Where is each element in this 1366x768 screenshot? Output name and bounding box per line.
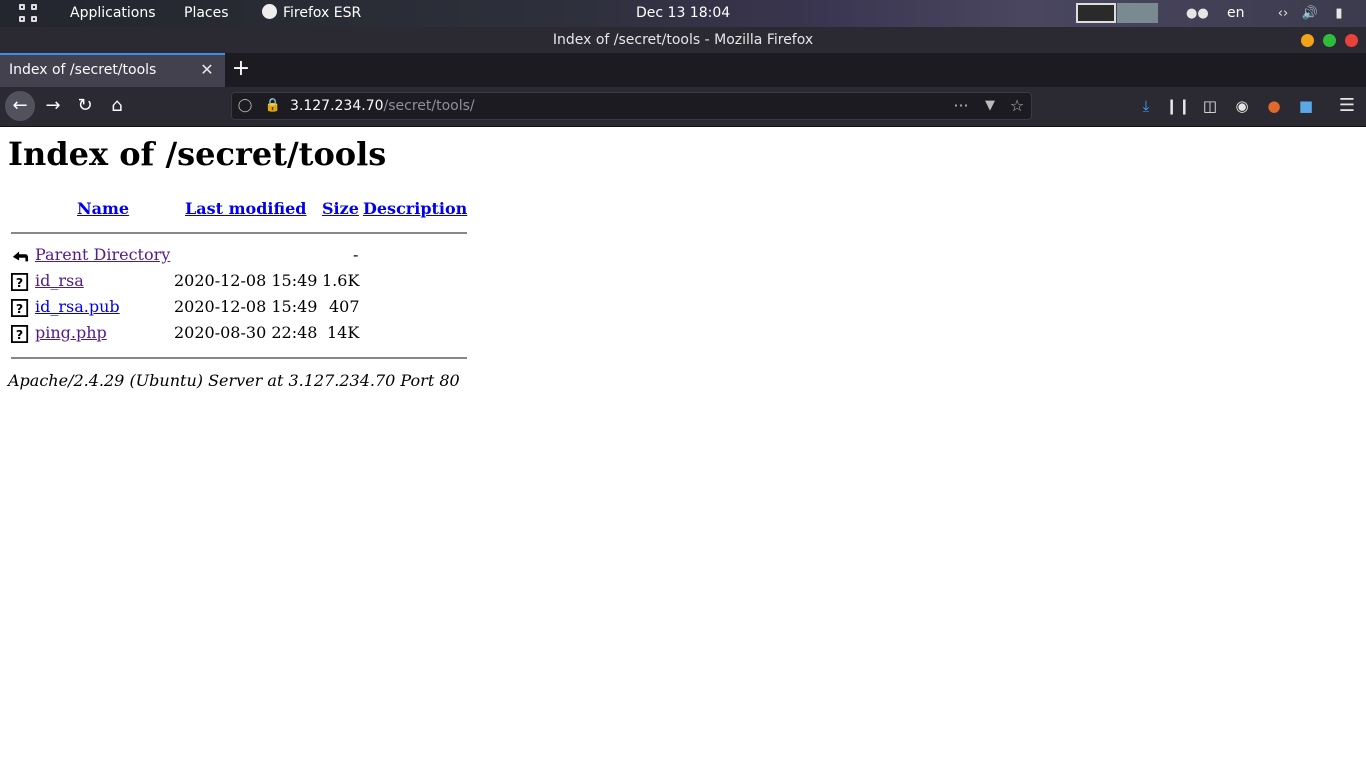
maximize-button[interactable] xyxy=(1323,34,1336,47)
file-link[interactable]: id_rsa.pub xyxy=(35,297,120,316)
column-header-last-modified[interactable]: Last modified xyxy=(185,199,306,218)
keyboard-language[interactable]: en xyxy=(1227,0,1245,27)
column-header-size[interactable]: Size xyxy=(322,199,359,218)
column-header-name[interactable]: Name xyxy=(77,199,129,218)
window-titlebar: Index of /secret/tools - Mozilla Firefox xyxy=(0,27,1366,53)
new-tab-button[interactable]: + xyxy=(228,53,254,87)
volume-icon[interactable]: 🔊 xyxy=(1300,0,1320,27)
back-arrow-icon xyxy=(12,251,29,262)
reload-icon: ↻ xyxy=(77,95,93,116)
file-modified: 2020-08-30 22:48 xyxy=(174,323,318,342)
file-modified: 2020-12-08 15:49 xyxy=(174,297,318,316)
workspace-2[interactable] xyxy=(1117,3,1158,23)
applications-menu[interactable]: Applications xyxy=(70,0,156,27)
clock[interactable]: Dec 13 18:04 xyxy=(636,0,730,27)
svg-text:?: ? xyxy=(16,301,23,316)
arrow-right-icon: → xyxy=(45,95,61,116)
sidebar-icon[interactable]: ◫ xyxy=(1197,91,1223,121)
sort-by-description-link[interactable]: Description xyxy=(363,199,467,218)
svg-text:?: ? xyxy=(16,275,23,290)
app-grid-icon[interactable] xyxy=(19,4,39,24)
server-signature: Apache/2.4.29 (Ubuntu) Server at 3.127.2… xyxy=(8,371,460,390)
insecure-lock-icon[interactable]: 🔒 xyxy=(264,93,282,119)
tab-close-icon[interactable]: ✕ xyxy=(199,53,215,87)
file-size: 407 xyxy=(329,297,360,316)
file-size: - xyxy=(353,245,359,264)
page-content: Index of /secret/tools Name Last modifie… xyxy=(0,127,1366,768)
file-link[interactable]: id_rsa xyxy=(35,271,84,290)
home-icon: ⌂ xyxy=(111,95,123,116)
extension-fox-icon[interactable]: ● xyxy=(1261,91,1287,121)
unknown-file-icon: ? xyxy=(11,273,29,291)
tab-strip: Index of /secret/tools ✕ + xyxy=(0,53,1366,87)
pocket-icon[interactable]: ▼ xyxy=(981,93,999,119)
navigation-toolbar: ← → ↻ ⌂ ◯ 🔒 3.127.234.70/secret/tools/ ·… xyxy=(0,87,1366,127)
tab-active[interactable]: Index of /secret/tools ✕ xyxy=(0,53,225,87)
file-link[interactable]: Parent Directory xyxy=(35,245,170,264)
downloads-icon[interactable]: ⤓ xyxy=(1133,91,1159,121)
people-icon[interactable]: ●● xyxy=(1186,0,1209,27)
file-size: 14K xyxy=(327,323,360,342)
arrow-left-icon: ← xyxy=(12,95,28,116)
window-title: Index of /secret/tools - Mozilla Firefox xyxy=(552,32,814,48)
firefox-icon xyxy=(262,4,277,19)
url-path: /secret/tools/ xyxy=(383,98,475,114)
back-button[interactable]: ← xyxy=(5,91,35,121)
unknown-file-icon: ? xyxy=(11,299,29,317)
account-icon[interactable]: ◉ xyxy=(1229,91,1255,121)
sort-by-size-link[interactable]: Size xyxy=(322,199,359,218)
system-top-bar: Applications Places Firefox ESR Dec 13 1… xyxy=(0,0,1366,27)
workspace-1[interactable] xyxy=(1076,3,1116,23)
file-size: 1.6K xyxy=(322,271,360,290)
bookmark-star-icon[interactable]: ☆ xyxy=(1008,93,1026,119)
file-link[interactable]: ping.php xyxy=(35,323,107,342)
close-window-button[interactable] xyxy=(1345,34,1358,47)
battery-icon[interactable]: ▮ xyxy=(1328,0,1350,27)
forward-button[interactable]: → xyxy=(38,91,68,121)
library-icon[interactable]: ❙❙ xyxy=(1165,91,1191,121)
page-actions-icon[interactable]: ··· xyxy=(952,93,970,119)
extension-puzzle-icon[interactable]: ■ xyxy=(1293,91,1319,121)
minimize-button[interactable] xyxy=(1301,34,1314,47)
places-menu[interactable]: Places xyxy=(184,0,229,27)
column-header-description[interactable]: Description xyxy=(363,199,467,218)
sort-by-name-link[interactable]: Name xyxy=(77,199,129,218)
unknown-file-icon: ? xyxy=(11,325,29,343)
active-app-label: Firefox ESR xyxy=(283,5,362,21)
url-text[interactable]: 3.127.234.70/secret/tools/ xyxy=(290,93,475,119)
active-app-menu[interactable]: Firefox ESR xyxy=(262,0,361,27)
sort-by-modified-link[interactable]: Last modified xyxy=(185,199,306,218)
network-icon[interactable]: ‹› xyxy=(1272,0,1294,27)
home-button[interactable]: ⌂ xyxy=(102,91,132,121)
shield-icon[interactable]: ◯ xyxy=(236,93,254,119)
footer-divider xyxy=(11,357,467,359)
page-heading: Index of /secret/tools xyxy=(8,135,387,173)
file-modified: 2020-12-08 15:49 xyxy=(174,271,318,290)
url-bar[interactable]: ◯ 🔒 3.127.234.70/secret/tools/ ··· ▼ ☆ xyxy=(231,92,1032,120)
tab-label: Index of /secret/tools xyxy=(9,62,157,78)
svg-text:?: ? xyxy=(16,327,23,342)
hamburger-menu-icon[interactable]: ☰ xyxy=(1334,91,1360,121)
reload-button[interactable]: ↻ xyxy=(70,91,100,121)
url-host: 3.127.234.70 xyxy=(290,98,384,114)
header-divider xyxy=(11,232,467,234)
